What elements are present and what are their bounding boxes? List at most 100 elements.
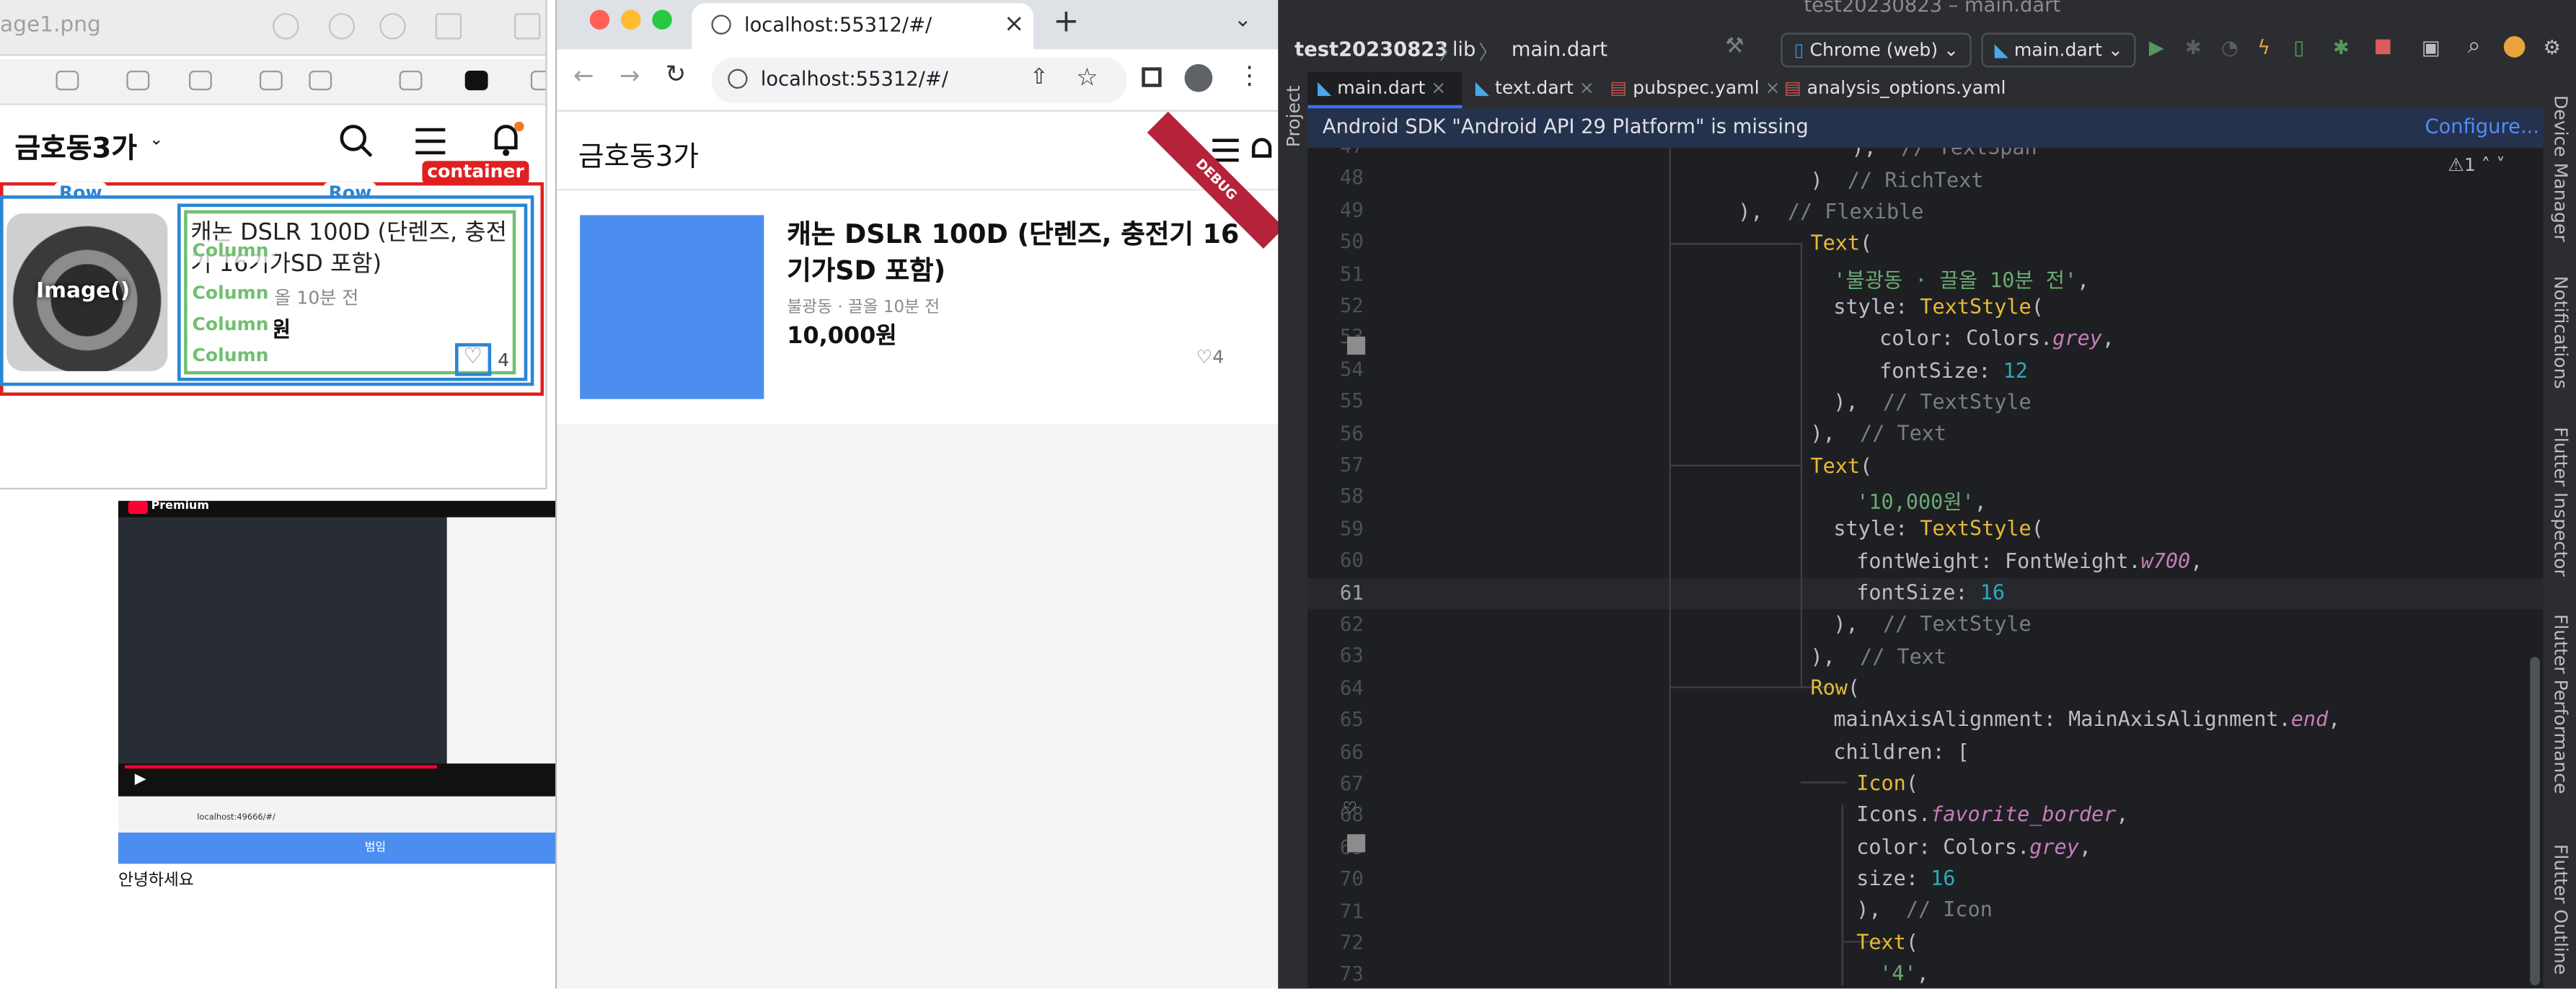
configure-link[interactable]: Configure... bbox=[2425, 115, 2539, 138]
update-icon[interactable] bbox=[2503, 36, 2526, 58]
flutter-outline-tool[interactable]: Flutter Outline bbox=[2550, 844, 2572, 975]
minimize-window-button[interactable] bbox=[621, 9, 641, 30]
debug-icon[interactable]: ✱ bbox=[2185, 36, 2202, 59]
zoom-out-icon[interactable] bbox=[328, 13, 356, 40]
code-line: size: 16 bbox=[1856, 865, 1956, 890]
border-color-icon[interactable] bbox=[464, 70, 488, 91]
share-icon[interactable] bbox=[435, 13, 462, 40]
video-controls[interactable]: ▶ bbox=[118, 763, 555, 797]
close-tab-icon[interactable]: × bbox=[1431, 77, 1446, 99]
breadcrumb-file[interactable]: main.dart bbox=[1512, 37, 1607, 61]
more-menu-icon[interactable]: ⋮ bbox=[1237, 61, 1261, 90]
problems-indicator[interactable]: ⚠1 ˄ ˅ bbox=[2448, 154, 2505, 176]
bookmark-star-icon[interactable]: ☆ bbox=[1076, 63, 1098, 92]
app-title[interactable]: 금호동3가 bbox=[578, 133, 699, 174]
app-bell-icon[interactable] bbox=[1247, 135, 1276, 164]
zoom-in-icon[interactable] bbox=[379, 13, 406, 40]
color-swatch-icon[interactable] bbox=[1347, 834, 1366, 853]
run-config-selector[interactable]: ◣ main.dart ⌄ bbox=[1981, 32, 2137, 68]
line-number: 73 bbox=[1339, 962, 1364, 986]
code-line: Text( bbox=[1810, 453, 1873, 478]
flutter-performance-tool[interactable]: Flutter Performance bbox=[2550, 614, 2572, 794]
sign-tool-icon[interactable] bbox=[188, 70, 212, 91]
breadcrumb-project[interactable]: test20230823 bbox=[1294, 37, 1448, 61]
shapes-tool-icon[interactable] bbox=[56, 70, 79, 91]
tab-text-dart[interactable]: ◣ text.dart × bbox=[1465, 72, 1604, 108]
hot-reload-icon[interactable]: ϟ bbox=[2257, 36, 2270, 59]
close-tab-icon[interactable]: × bbox=[1004, 8, 1025, 37]
youtube-video-window: Premium ▶ bbox=[118, 500, 555, 797]
close-tab-icon[interactable]: × bbox=[1579, 77, 1594, 99]
reload-icon[interactable]: ↻ bbox=[666, 59, 687, 89]
share-page-icon[interactable]: ⇧ bbox=[1030, 66, 1048, 90]
tab-search-icon[interactable]: ⌄ bbox=[1234, 8, 1252, 32]
tab-analysis-options[interactable]: ▤ analysis_options.yaml bbox=[1774, 72, 2016, 108]
code-line: ), // Flexible bbox=[1738, 198, 1924, 223]
project-tool-window[interactable]: Project bbox=[1283, 85, 1305, 147]
hammer-icon[interactable]: ⚒ bbox=[1725, 35, 1744, 59]
code-editor[interactable]: 4748495051525354555657585960616263646566… bbox=[1307, 148, 2544, 988]
line-number: 72 bbox=[1339, 931, 1364, 954]
youtube-brand: Premium bbox=[151, 500, 210, 513]
device-manager-icon[interactable]: ▣ bbox=[2422, 36, 2440, 59]
code-line: ), // Text bbox=[1810, 420, 1947, 445]
forward-icon[interactable]: → bbox=[619, 61, 640, 90]
code-line: color: Colors.grey, bbox=[1856, 834, 2092, 859]
close-window-button[interactable] bbox=[589, 9, 610, 30]
run-icon[interactable]: ▶ bbox=[2149, 36, 2164, 59]
youtube-header: Premium bbox=[118, 500, 555, 518]
line-number: 55 bbox=[1339, 389, 1364, 413]
flutter-inspector-tool[interactable]: Flutter Inspector bbox=[2550, 427, 2572, 576]
code-line: ), // TextSpan bbox=[1827, 148, 2037, 159]
tab-main-dart[interactable]: ◣ main.dart × bbox=[1307, 72, 1463, 109]
fill-color-icon[interactable] bbox=[530, 70, 546, 91]
tree-line bbox=[1669, 464, 1801, 466]
play-icon[interactable]: ▶ bbox=[135, 772, 146, 789]
notifications-tool[interactable]: Notifications bbox=[2550, 276, 2572, 389]
video-progress[interactable] bbox=[125, 765, 437, 769]
address-bar[interactable]: localhost:55312/#/ ⇧ ☆ bbox=[711, 57, 1127, 104]
ide-window-title: test20230823 – main.dart bbox=[1804, 0, 2061, 17]
product-title: 캐논 DSLR 100D (단렌즈, 충전기 16기가SD 포함) bbox=[787, 218, 1240, 286]
device-selector[interactable]: ▯ Chrome (web) ⌄ bbox=[1781, 32, 1972, 68]
site-info-icon[interactable] bbox=[728, 68, 748, 89]
new-tab-icon[interactable]: + bbox=[1053, 4, 1079, 40]
ide-navbar: test20230823 〉 lib 〉 main.dart ⚒ ▯ Chrom… bbox=[1278, 19, 2576, 73]
color-swatch-icon[interactable] bbox=[1347, 337, 1366, 355]
hot-restart-icon[interactable]: ▯ bbox=[2293, 36, 2304, 59]
markup-icon[interactable] bbox=[514, 13, 541, 40]
side-panel-icon[interactable] bbox=[1142, 67, 1162, 87]
line-number: 48 bbox=[1339, 166, 1364, 190]
back-icon[interactable]: ← bbox=[573, 61, 594, 90]
code-line: '10,000원', bbox=[1856, 489, 1987, 515]
code-line: Icon( bbox=[1856, 770, 1919, 795]
annot-container-label: container bbox=[422, 161, 529, 185]
line-number: 65 bbox=[1339, 708, 1364, 732]
ide-search-icon[interactable]: ⌕ bbox=[2468, 33, 2481, 59]
info-icon[interactable] bbox=[273, 13, 299, 40]
line-number: 61 bbox=[1339, 580, 1364, 604]
code-line: fontWeight: FontWeight.w700, bbox=[1856, 548, 2203, 574]
product-card[interactable]: 캐논 DSLR 100D (단렌즈, 충전기 16기가SD 포함) 불광동 · … bbox=[557, 190, 1280, 424]
greeting-text: 안녕하세요 bbox=[118, 872, 194, 890]
tab-localhost[interactable]: localhost:55312/#/ × bbox=[692, 3, 1033, 50]
profile-avatar[interactable] bbox=[1184, 63, 1213, 92]
align-tool-icon[interactable] bbox=[399, 70, 423, 91]
url-text: localhost:55312/#/ bbox=[760, 67, 948, 91]
line-number: 71 bbox=[1339, 899, 1364, 923]
breadcrumb-lib[interactable]: lib bbox=[1452, 37, 1476, 61]
editor-scrollbar[interactable] bbox=[2530, 657, 2540, 985]
annot-column-label-2: Column bbox=[187, 282, 274, 306]
text-tool-icon[interactable] bbox=[126, 70, 150, 91]
attach-debugger-icon[interactable]: ✱ bbox=[2333, 36, 2350, 59]
size-tool-icon[interactable] bbox=[309, 70, 332, 91]
heart-icon[interactable]: ♡ bbox=[1196, 347, 1212, 368]
adjust-tool-icon[interactable] bbox=[259, 70, 283, 91]
web-page: 금호동3가 캐논 DSLR 100D (단렌즈, 충전기 16기가SD 포함) … bbox=[557, 111, 1280, 989]
zoom-window-button[interactable] bbox=[652, 9, 672, 30]
settings-gear-icon[interactable]: ⚙ bbox=[2543, 36, 2561, 59]
tab-pubspec[interactable]: ▤ pubspec.yaml × bbox=[1600, 72, 1790, 108]
profile-icon[interactable]: ◔ bbox=[2221, 36, 2238, 59]
stop-icon[interactable] bbox=[2376, 39, 2391, 55]
device-manager-tool[interactable]: Device Manager bbox=[2550, 95, 2572, 242]
